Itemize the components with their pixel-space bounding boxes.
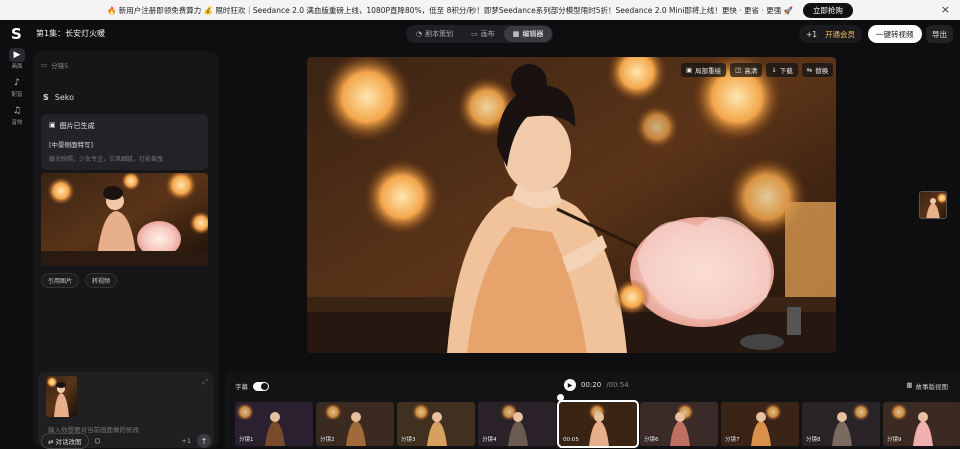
episode-title: 第1集：长安灯火暖 <box>36 29 106 38</box>
timeline-panel: 字幕 ▶ 00:20 /00:54 ▦ 故事版视图 分镜1 分镜2 分镜3 分镜… <box>225 371 960 448</box>
to-video-button[interactable]: 转视频 <box>85 273 118 288</box>
timeline-clip[interactable]: 分镜6 <box>640 402 718 446</box>
timeline-clip[interactable]: 00:05 <box>557 400 639 448</box>
speaker-icon: ♪ <box>14 78 20 88</box>
camera-icon: ▭ <box>41 61 48 69</box>
rail-item-sound[interactable]: ♫ 音效 <box>0 104 34 126</box>
tab-editor[interactable]: ▦ 编辑器 <box>503 26 553 42</box>
export-button[interactable]: 导出 <box>926 25 953 43</box>
rail-item-voice[interactable]: ♪ 配音 <box>0 76 34 98</box>
credit-cost: +1 <box>181 437 191 445</box>
download-button[interactable]: ↓ 下载 <box>766 63 798 77</box>
close-icon[interactable]: × <box>941 3 950 16</box>
tab-canvas[interactable]: ▭ 画布 <box>462 26 504 42</box>
banner-cta-button[interactable]: 立即抢购 <box>802 2 853 18</box>
clip-label: 分镜4 <box>482 437 497 443</box>
timeline-clip[interactable]: 分镜1 <box>235 402 313 446</box>
clip-label: 分镜9 <box>887 437 902 443</box>
preview-toolbar: ▣ 局部重绘 ◫ 高清 ↓ 下载 ⇆ 替换 <box>681 63 834 77</box>
mode-selector[interactable]: ⇄ 对话改图 <box>41 433 89 449</box>
action-pills: 引用图片 转视频 <box>41 273 118 288</box>
subtitle-label: 字幕 <box>235 383 248 391</box>
video-icon: ▶ <box>9 48 25 62</box>
replace-button[interactable]: ⇆ 替换 <box>801 63 834 77</box>
clip-label: 分镜1 <box>239 437 254 443</box>
timeline-clip[interactable]: 分镜8 <box>802 402 880 446</box>
vip-link[interactable]: 开通会员 <box>825 29 855 40</box>
agent-logo-icon: S <box>43 93 49 102</box>
swap-icon: ⇆ <box>806 66 813 74</box>
generated-image-thumbnail[interactable] <box>41 173 208 266</box>
play-icon[interactable]: ▶ <box>564 379 576 391</box>
side-reference-thumbnail[interactable] <box>919 191 947 219</box>
clip-label: 分镜3 <box>401 437 416 443</box>
playback-controls: ▶ 00:20 /00:54 <box>564 379 629 391</box>
editor-icon: ▦ <box>512 30 520 38</box>
agent-header: S Seko <box>43 93 75 102</box>
music-icon: ♫ <box>12 106 22 116</box>
timeline-clip[interactable]: 分镜2 <box>316 402 394 446</box>
time-total: 00:54 <box>608 381 629 389</box>
canvas-icon: ▭ <box>471 30 478 38</box>
credits-widget[interactable]: +1 开通会员 <box>799 25 863 43</box>
tab-script[interactable]: ◔ 剧本策划 <box>407 26 462 42</box>
timeline-clip[interactable]: 分镜3 <box>397 402 475 446</box>
script-icon: ◔ <box>416 30 423 38</box>
announcement-banner: 🔥 新用户注册即领免费算力 💰 限时狂欢｜Seedance 2.0 满血版重磅上… <box>0 0 960 20</box>
reference-thumbnail[interactable] <box>46 376 77 417</box>
message-card: ▣ 图片已生成 [中景侧面特写] 暖光映照，少女专注，古风细腻，灯影摇曳 <box>41 114 208 170</box>
view-tabs: ◔ 剧本策划 ▭ 画布 ▦ 编辑器 <box>406 25 554 43</box>
card-subtitle: [中景侧面特写] <box>49 141 94 149</box>
clip-label: 分镜7 <box>725 437 740 443</box>
subtitle-toggle[interactable] <box>253 381 269 391</box>
upscale-button[interactable]: ◫ 高清 <box>730 63 763 77</box>
brush-icon: ▣ <box>686 66 693 74</box>
clip-label: 分镜8 <box>806 437 821 443</box>
app-logo[interactable]: S <box>11 25 25 43</box>
left-rail: ▶ 画面 ♪ 配音 ♫ 音效 <box>0 48 34 132</box>
clip-label: 分镜2 <box>320 437 335 443</box>
card-description: 暖光映照，少女专注，古风细腻，灯影摇曳 <box>49 156 164 163</box>
quote-image-button[interactable]: 引用图片 <box>41 273 80 288</box>
preview-image[interactable] <box>307 57 836 353</box>
expand-icon[interactable]: ⤢ <box>202 378 208 387</box>
timeline-clip[interactable]: 分镜9 <box>883 402 960 446</box>
clip-label: 分镜6 <box>644 437 659 443</box>
credits-count: +1 <box>806 29 818 39</box>
rail-item-picture[interactable]: ▶ 画面 <box>0 48 34 70</box>
clip-label: 00:05 <box>563 437 579 443</box>
timeline-clip[interactable]: 分镜4 <box>478 402 556 446</box>
time-current: 00:20 <box>581 381 602 389</box>
send-icon[interactable]: ↑ <box>197 434 211 448</box>
top-bar: S 第1集：长安灯火暖 ◔ 剧本策划 ▭ 画布 ▦ 编辑器 +1 开通会员 一键转视频… <box>0 20 960 48</box>
subtitle-toggle-group: 字幕 <box>235 381 269 391</box>
download-icon: ↓ <box>771 66 777 74</box>
inpaint-button[interactable]: ▣ 局部重绘 <box>681 63 727 77</box>
hd-icon: ◫ <box>735 66 742 74</box>
clip-strip: 分镜1 分镜2 分镜3 分镜4 00:05 分镜6 分镜7 分镜8 分镜9 <box>235 400 960 448</box>
swap-icon: ⇄ <box>48 438 56 446</box>
segment-indicator: ▭ 分镜5 <box>41 61 69 70</box>
chat-toolbar: ⇄ 对话改图 ⬡ +1 ↑ <box>41 433 211 449</box>
grid-icon: ▦ <box>906 381 913 389</box>
chat-panel: ▭ 分镜5 S Seko ▣ 图片已生成 [中景侧面特写] 暖光映照，少女专注，古风细… <box>33 51 219 449</box>
banner-text: 🔥 新用户注册即领免费算力 💰 限时狂欢｜Seedance 2.0 满血版重磅上… <box>107 5 793 15</box>
storyboard-view-button[interactable]: ▦ 故事版视图 <box>906 381 948 391</box>
generate-video-button[interactable]: 一键转视频 <box>868 25 922 43</box>
image-icon: ▣ <box>49 121 56 129</box>
timeline-clip[interactable]: 分镜7 <box>721 402 799 446</box>
cube-icon[interactable]: ⬡ <box>95 437 101 445</box>
